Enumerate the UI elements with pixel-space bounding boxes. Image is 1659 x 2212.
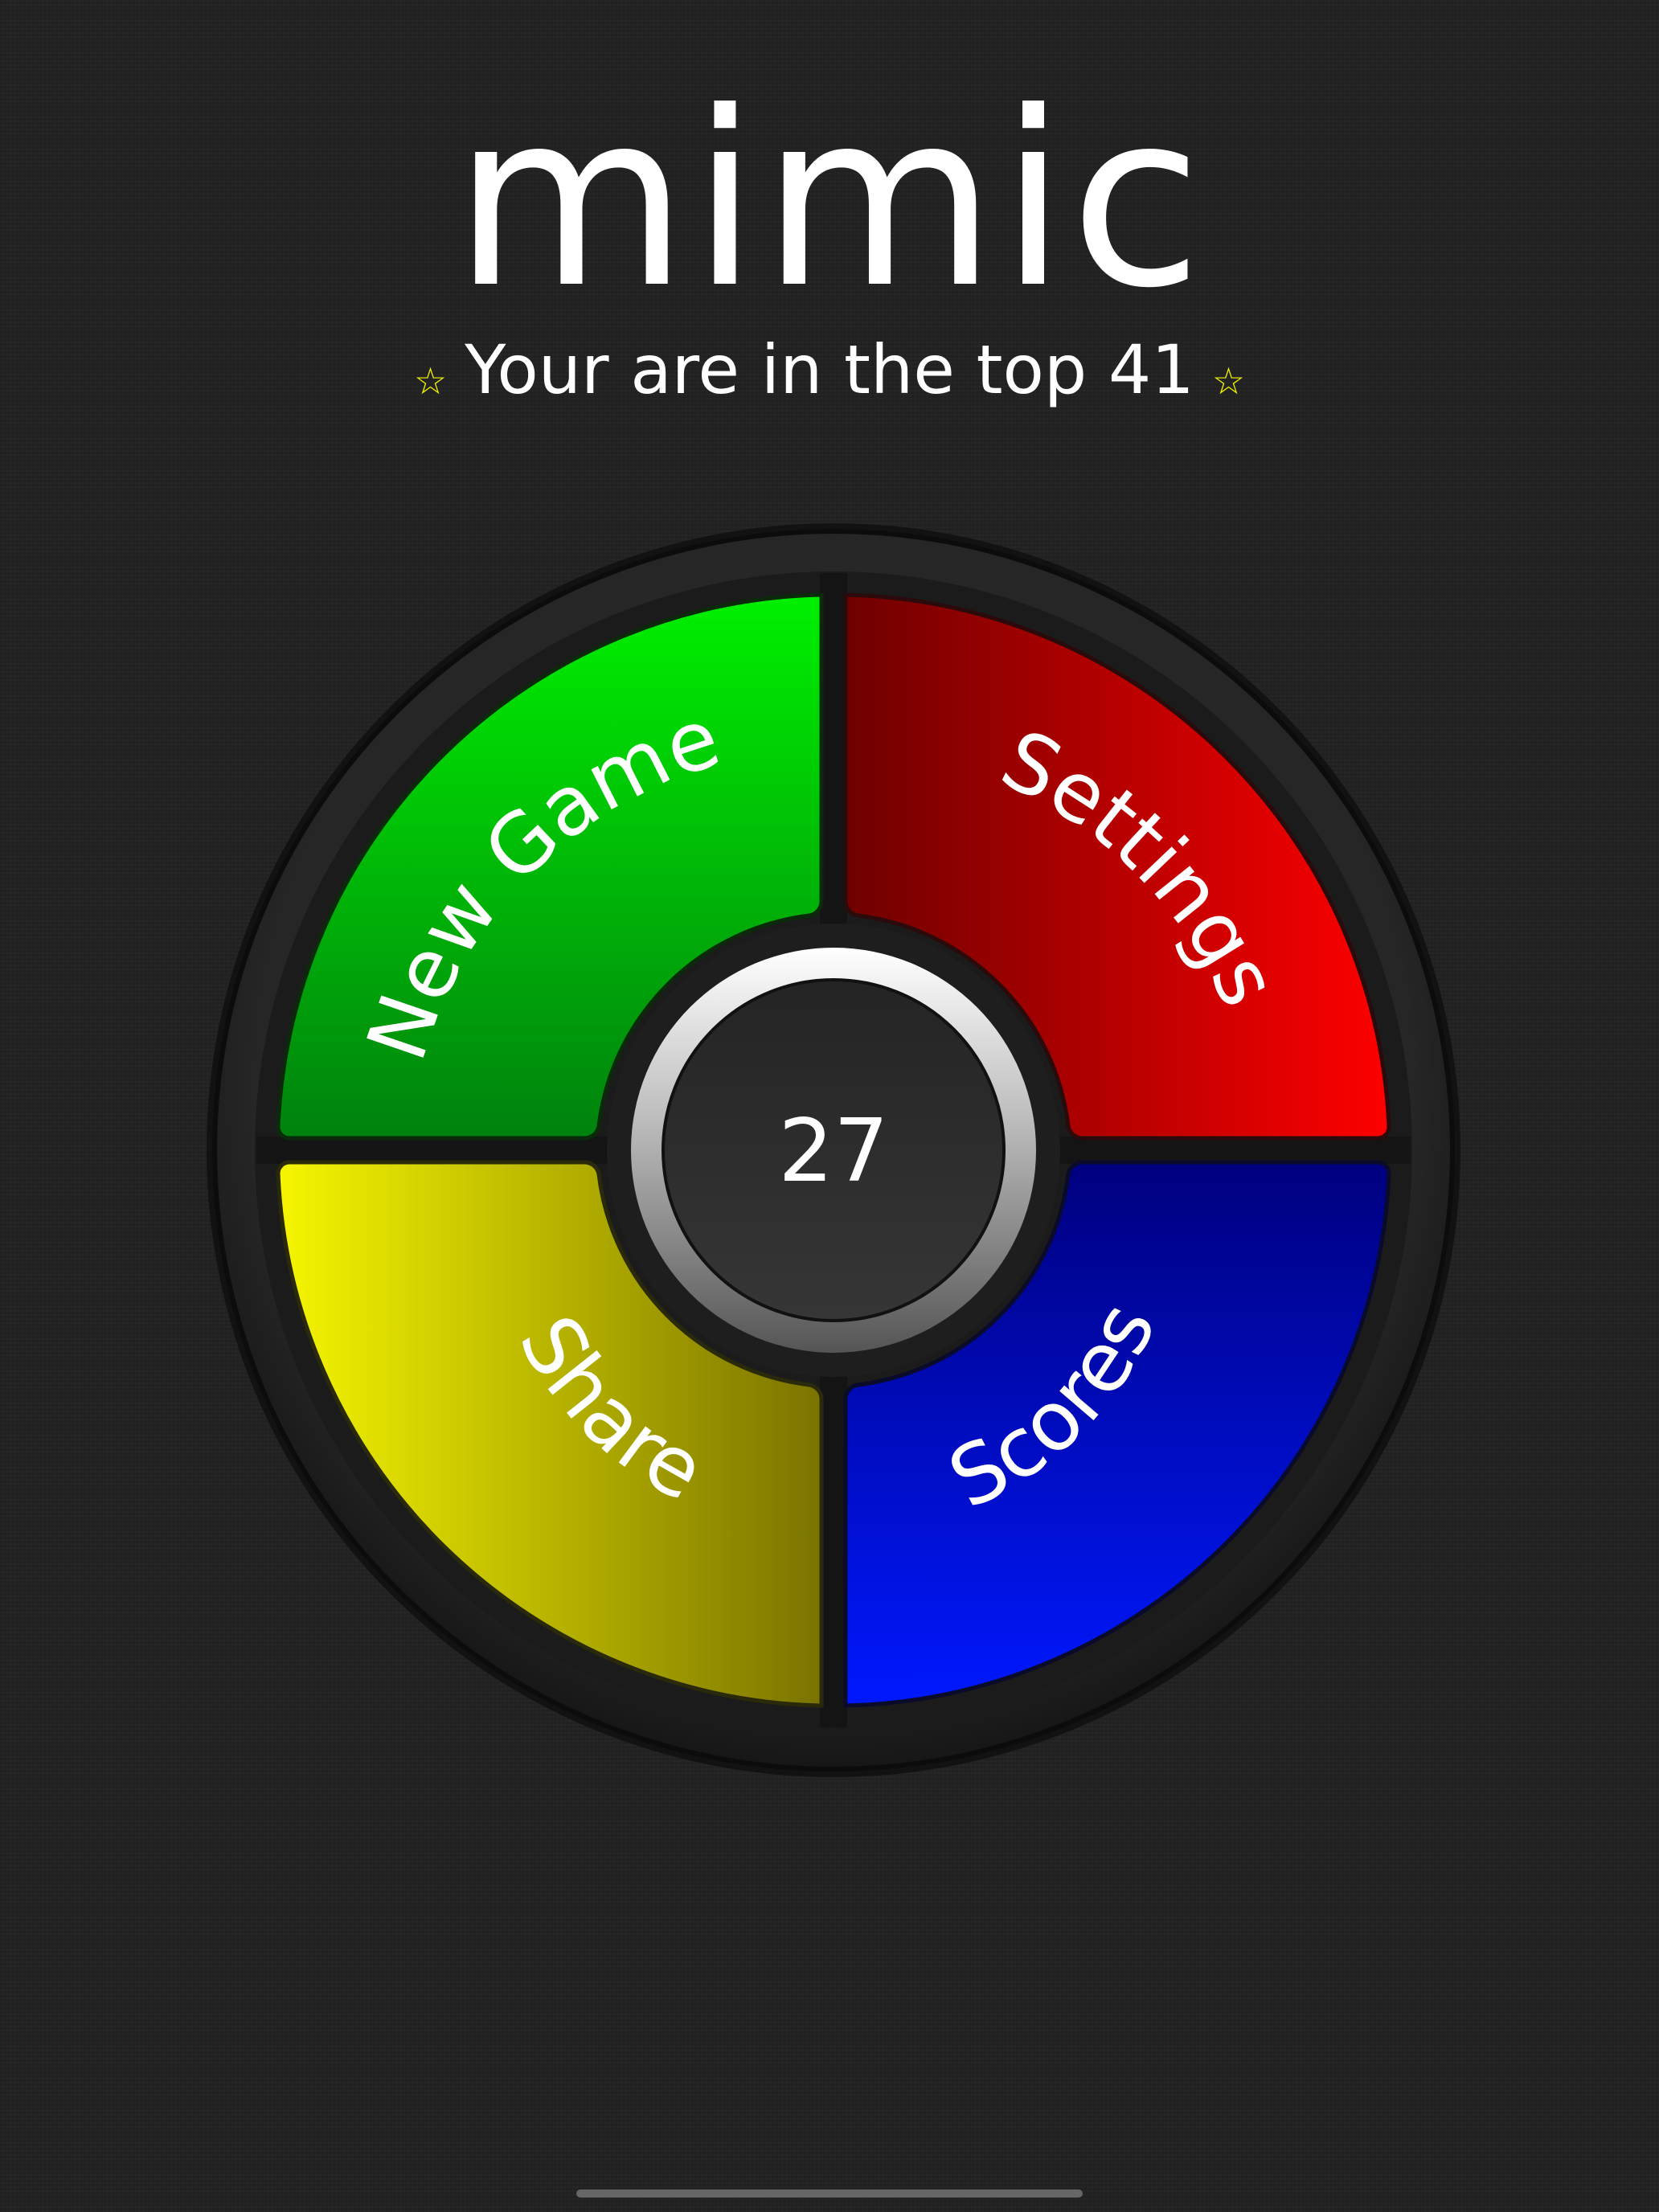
star-icon: ☆ <box>413 359 448 403</box>
home-indicator[interactable] <box>576 2189 1083 2198</box>
game-board: New Game Settings Share Scores 27 <box>207 523 1460 1777</box>
rank-line: ☆ Your are in the top 41 ☆ <box>0 322 1659 418</box>
app-title: mimic <box>453 60 1206 341</box>
score-display: 27 <box>778 1101 888 1202</box>
rank-text: Your are in the top 41 <box>465 330 1194 409</box>
star-icon: ☆ <box>1211 359 1246 403</box>
